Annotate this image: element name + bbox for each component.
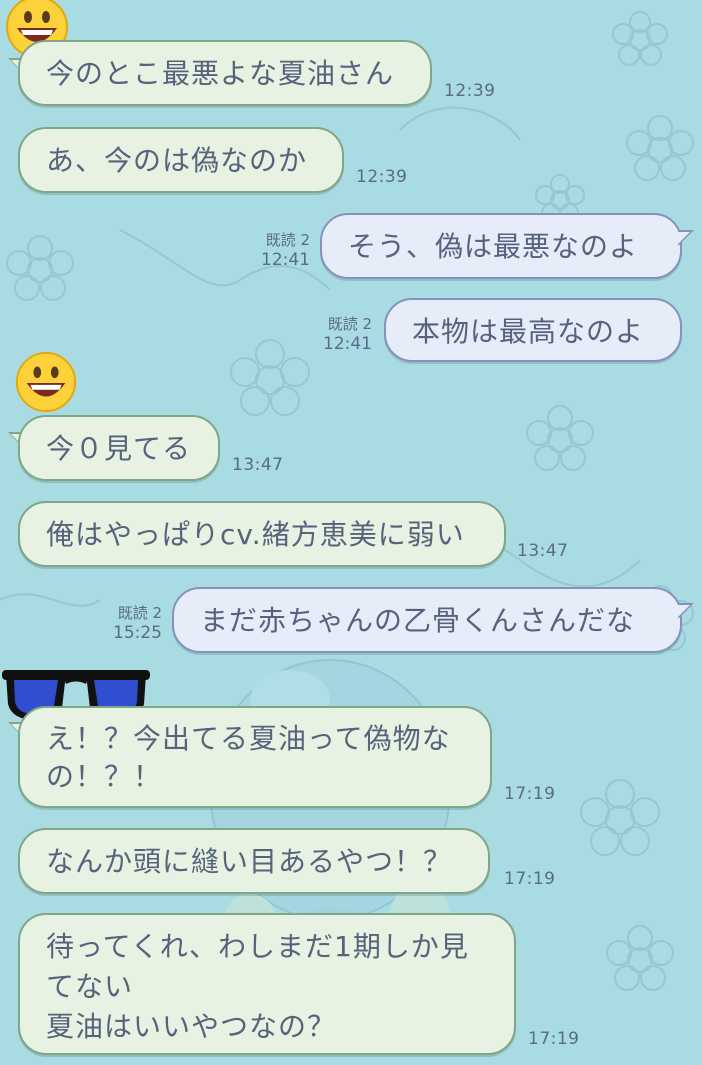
- message-text: まだ赤ちゃんの乙骨くんさんだな: [200, 604, 636, 637]
- message-text-line: の！？！: [46, 760, 163, 793]
- message-time: 17:19: [504, 784, 556, 804]
- message-text: 今のとこ最悪よな夏油さん: [46, 57, 395, 90]
- message-meta: 既読 2 12:41: [300, 314, 372, 354]
- message-time: 15:25: [113, 623, 162, 643]
- message-time: 12:41: [323, 334, 372, 354]
- message-time: 17:19: [504, 869, 556, 889]
- message-text: 本物は最高なのよ: [412, 315, 645, 348]
- message-bubble[interactable]: 今のとこ最悪よな夏油さん: [18, 40, 432, 106]
- message-bubble[interactable]: 俺はやっぱりcv.緒方恵美に弱い: [18, 501, 506, 567]
- message-bubble[interactable]: まだ赤ちゃんの乙骨くんさんだな: [172, 587, 682, 653]
- message-bubble[interactable]: なんか頭に縫い目あるやつ！？: [18, 828, 490, 894]
- bubble-tail: [678, 603, 694, 619]
- read-receipt: 既読 2: [327, 315, 372, 333]
- message-time: 12:39: [444, 81, 496, 101]
- message-text-line: 待ってくれ、わしまだ1期しか見: [46, 930, 469, 963]
- message-time: 12:39: [356, 167, 408, 187]
- message-bubble[interactable]: え！？今出てる夏油って偽物な の！？！: [18, 706, 492, 808]
- message-text-line: てない: [46, 970, 134, 1003]
- message-time: 13:47: [232, 455, 284, 475]
- message-bubble[interactable]: 今０見てる: [18, 415, 220, 481]
- message-time: 17:19: [528, 1029, 580, 1049]
- message-bubble[interactable]: そう、偽は最悪なのよ: [320, 213, 682, 279]
- message-text: あ、今のは偽なのか: [46, 144, 308, 177]
- message-text-line: え！？今出てる夏油って偽物な: [46, 722, 451, 755]
- chat-thread: 今のとこ最悪よな夏油さん 12:39 あ、今のは偽なのか 12:39 既読 2 …: [0, 0, 702, 1065]
- message-text: そう、偽は最悪なのよ: [348, 230, 639, 263]
- message-bubble[interactable]: 待ってくれ、わしまだ1期しか見 てない 夏油はいいやつなの？: [18, 913, 516, 1055]
- read-receipt: 既読 2: [265, 231, 310, 249]
- smiley-emoji-icon: [15, 351, 77, 413]
- message-meta: 既読 2 12:41: [238, 230, 310, 270]
- message-text: 俺はやっぱりcv.緒方恵美に弱い: [46, 518, 465, 551]
- read-receipt: 既読 2: [117, 604, 162, 622]
- message-time: 13:47: [517, 541, 569, 561]
- message-text: 今０見てる: [46, 432, 192, 465]
- message-text: なんか頭に縫い目あるやつ！？: [46, 845, 453, 878]
- message-bubble[interactable]: 本物は最高なのよ: [384, 298, 682, 362]
- message-bubble[interactable]: あ、今のは偽なのか: [18, 127, 344, 193]
- message-meta: 既読 2 15:25: [90, 603, 162, 643]
- message-time: 12:41: [261, 250, 310, 270]
- message-text-line: 夏油はいいやつなの？: [46, 1010, 337, 1043]
- bubble-tail: [678, 230, 694, 246]
